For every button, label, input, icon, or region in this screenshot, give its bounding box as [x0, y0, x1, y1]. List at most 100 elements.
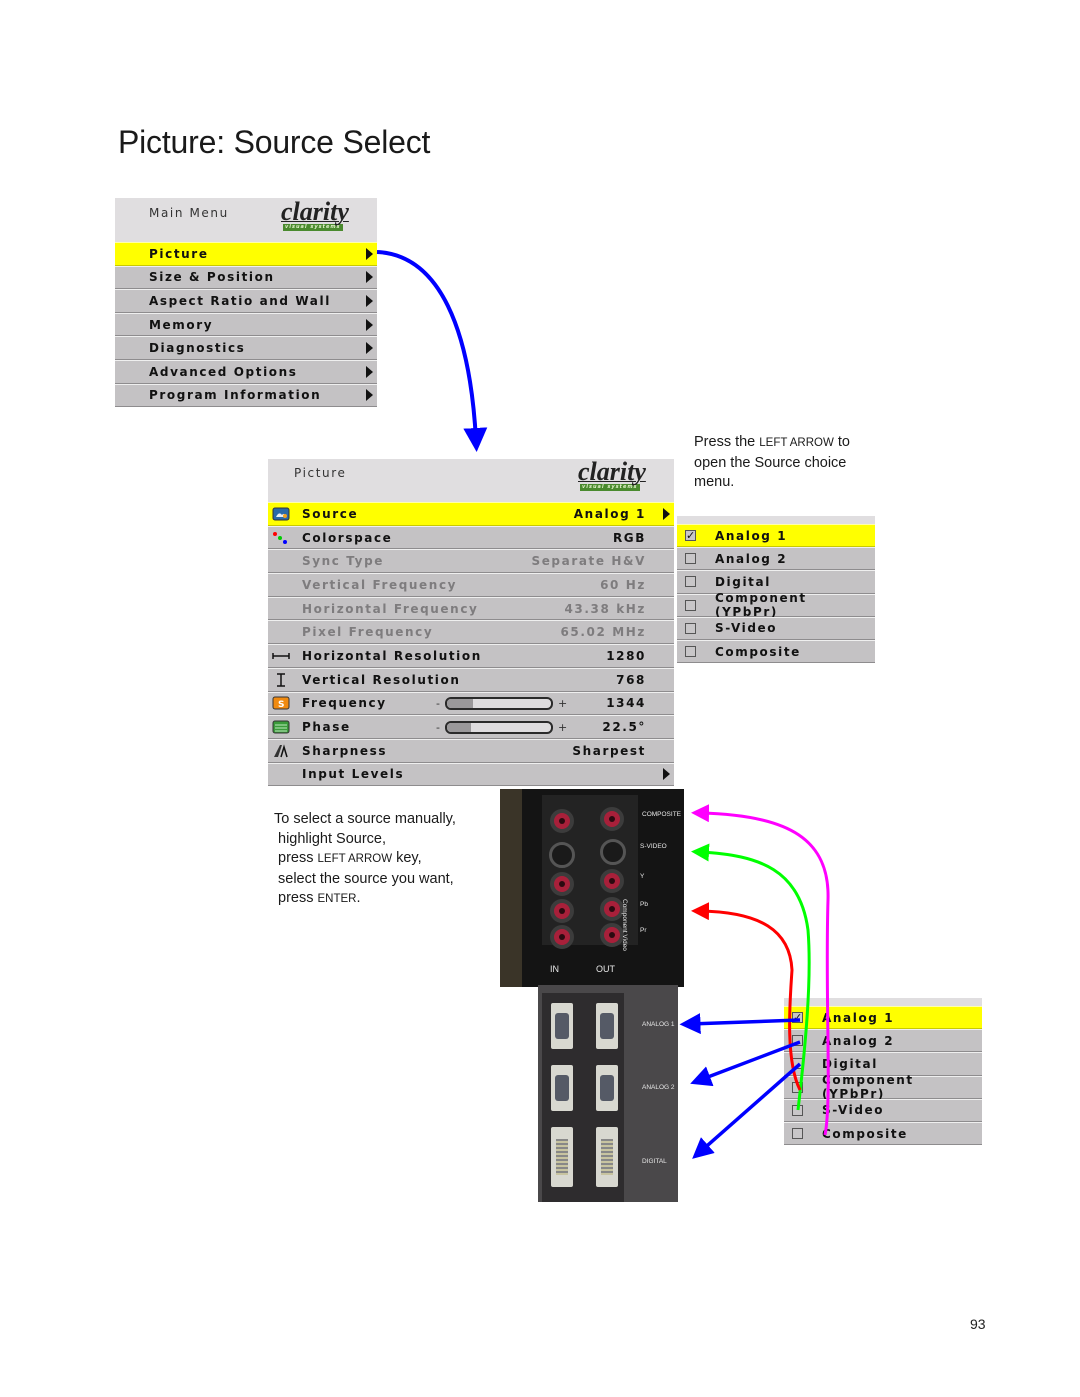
source-choice-item[interactable]: S-Video: [784, 1098, 982, 1122]
menu-item-value: RGB: [612, 530, 646, 545]
picture-menu-item[interactable]: Vertical Resolution 768: [268, 667, 674, 692]
checkbox[interactable]: ✓: [685, 530, 696, 542]
pr-in-jack: [550, 925, 574, 949]
main-menu-item[interactable]: Program Information: [115, 383, 377, 408]
source-choice-label: Analog 1: [715, 528, 788, 543]
main-menu-item[interactable]: Aspect Ratio and Wall: [115, 289, 377, 313]
checkbox[interactable]: [792, 1058, 803, 1070]
slider-plus: +: [557, 720, 568, 734]
source-choice-item[interactable]: Analog 2: [784, 1029, 982, 1053]
menu-item-label: Frequency: [302, 696, 387, 711]
in-label: IN: [550, 964, 559, 974]
menu-item-label: Picture: [149, 246, 209, 261]
main-menu-item[interactable]: Advanced Options: [115, 359, 377, 384]
source-choice-label: Analog 2: [715, 551, 788, 566]
checkbox[interactable]: [792, 1128, 803, 1140]
source-choice-label: Analog 2: [822, 1033, 895, 1048]
source-choice-label: S-Video: [822, 1103, 885, 1118]
main-menu-item[interactable]: Picture: [115, 242, 377, 266]
analog1-out-connector: [596, 1003, 618, 1049]
menu-item-value: 65.02 MHz: [560, 625, 646, 640]
menu-item-label: Program Information: [149, 388, 322, 403]
phase-icon: [272, 720, 290, 734]
source-choice-item[interactable]: ✓ Analog 1: [784, 1006, 982, 1030]
menu-item-label: Colorspace: [302, 530, 393, 545]
source-choice-item[interactable]: Component (YPbPr): [677, 591, 875, 620]
digital-out-connector: [596, 1127, 618, 1187]
triangle-right-icon: [366, 365, 373, 378]
source-choice-label: Digital: [715, 574, 771, 589]
source-choice-item[interactable]: Composite: [677, 639, 875, 664]
checkbox[interactable]: [792, 1081, 803, 1093]
analog1-label: ANALOG 1: [642, 1021, 675, 1028]
composite-label: COMPOSITE: [642, 811, 682, 818]
slider-fill: [446, 722, 471, 732]
picture-menu-item[interactable]: Horizontal Resolution 1280: [268, 644, 674, 668]
source-choice-item[interactable]: Digital: [784, 1052, 982, 1076]
menu-item-label: Diagnostics: [149, 341, 246, 356]
analog1-in-connector: [551, 1003, 573, 1049]
menu-item-label: Horizontal Frequency: [302, 601, 479, 616]
source-choice-item[interactable]: S-Video: [677, 616, 875, 640]
checkbox[interactable]: [792, 1104, 803, 1116]
checkbox[interactable]: [685, 599, 696, 611]
checkbox[interactable]: [685, 622, 696, 634]
menu-item-label: Source: [302, 506, 359, 521]
sharpness-icon: [272, 744, 290, 758]
menu-item-label: Vertical Resolution: [302, 672, 461, 687]
source-choice-item[interactable]: Digital: [677, 570, 875, 594]
source-choice-item[interactable]: Analog 2: [677, 547, 875, 571]
picture-menu-item[interactable]: Phase - +22.5°: [268, 715, 674, 739]
adjust-slider[interactable]: - +: [436, 696, 568, 710]
menu-item-label: Pixel Frequency: [302, 625, 434, 640]
main-menu-item[interactable]: Memory: [115, 312, 377, 337]
source-choice-label: Composite: [822, 1126, 908, 1141]
source-choice-item[interactable]: Component (YPbPr): [784, 1073, 982, 1101]
picture-menu-item[interactable]: Sharpness Sharpest: [268, 738, 674, 763]
main-menu-title: Main Menu: [149, 206, 229, 220]
analog2-out-connector: [596, 1065, 618, 1111]
source-choice-item[interactable]: ✓ Analog 1: [677, 524, 875, 548]
checkbox[interactable]: [685, 553, 696, 565]
menu-item-label: Advanced Options: [149, 364, 298, 379]
main-menu-item[interactable]: Size & Position: [115, 265, 377, 290]
svg-text:S: S: [278, 700, 286, 710]
page-title: Picture: Source Select: [118, 124, 431, 160]
menu-item-value: 60 Hz: [600, 577, 646, 592]
slider-plus: +: [557, 696, 568, 710]
checkbox[interactable]: ✓: [792, 1012, 803, 1024]
horizontal-resolution-icon: [272, 649, 290, 663]
source-icon: [272, 507, 290, 521]
source-choice-menu: ✓ Analog 1 Analog 2 Digital Component (YPbPr…: [677, 516, 875, 664]
source-choice-label: Component (YPbPr): [715, 591, 807, 620]
slider-track[interactable]: [444, 696, 553, 710]
vertical-resolution-icon: [272, 672, 290, 687]
picture-menu-item: Sync Type Separate H&V: [268, 549, 674, 574]
slider-track[interactable]: [444, 720, 553, 734]
source-choice-label: S-Video: [715, 621, 778, 636]
checkbox[interactable]: [685, 646, 696, 658]
picture-menu-item[interactable]: Colorspace RGB: [268, 525, 674, 550]
picture-menu-item[interactable]: Source Analog 1: [268, 502, 674, 526]
menu-item-value: Sharpest: [572, 743, 646, 758]
checkbox[interactable]: [792, 1035, 803, 1047]
menu-item-label: Sharpness: [302, 743, 388, 758]
picture-menu-header: Picture clarity visual systems: [268, 459, 674, 502]
adjust-slider[interactable]: - +: [436, 720, 568, 734]
triangle-right-icon: [366, 389, 373, 402]
main-menu: Main Menu clarity visual systems Picture…: [115, 197, 377, 408]
triangle-right-icon: [366, 318, 373, 331]
picture-menu-item[interactable]: Input Levels: [268, 762, 674, 787]
picture-menu-item[interactable]: S Frequency - +1344: [268, 691, 674, 716]
main-menu-item[interactable]: Diagnostics: [115, 336, 377, 360]
source-choice-item[interactable]: Composite: [784, 1121, 982, 1146]
y-out-jack: [600, 869, 624, 893]
menu-item-value: Separate H&V: [531, 554, 646, 569]
pb-in-jack: [550, 899, 574, 923]
clarity-logo: clarity visual systems: [281, 197, 349, 231]
slider-fill: [446, 698, 473, 708]
menu-item-label: Horizontal Resolution: [302, 648, 482, 663]
menu-item-label: Size & Position: [149, 270, 275, 285]
checkbox[interactable]: [685, 576, 696, 588]
menu-item-value: 1280: [606, 648, 646, 663]
